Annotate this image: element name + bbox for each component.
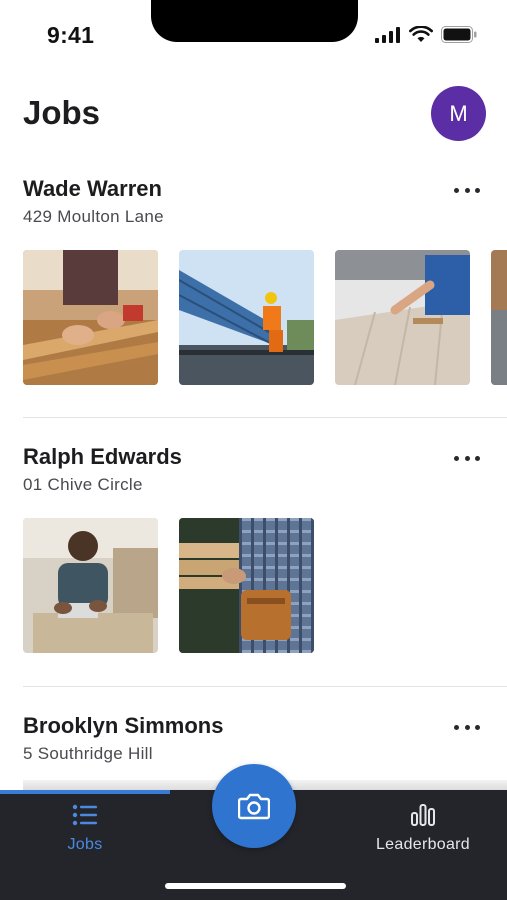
job-photo[interactable] [335,250,470,385]
tab-leaderboard-label: Leaderboard [375,836,471,853]
camera-button[interactable] [212,764,296,848]
status-time: 9:41 [47,22,95,48]
more-options-button[interactable] [451,182,483,198]
more-dot [464,455,470,461]
more-dot [454,724,459,730]
home-indicator[interactable] [165,883,346,889]
more-dot [475,455,480,461]
page-title: Jobs [23,94,101,131]
job-name: Wade Warren [23,176,162,201]
list-icon [72,804,97,826]
more-dot [475,724,480,730]
more-dot [454,455,459,461]
more-dot [464,724,470,730]
cellular-signal-icon [375,26,400,43]
job-photo[interactable] [491,250,507,385]
job-photo[interactable] [179,518,314,653]
more-options-button[interactable] [451,719,483,735]
tab-jobs-label: Jobs [67,836,103,853]
status-icons [375,26,477,43]
job-photo[interactable] [23,518,158,653]
more-options-button[interactable] [451,450,483,466]
device-notch [151,0,358,42]
wifi-icon [409,26,433,42]
more-dot [454,187,459,193]
camera-icon [238,793,270,820]
job-photo[interactable] [179,250,314,385]
battery-icon [441,26,477,43]
job-name: Brooklyn Simmons [23,713,224,738]
avatar-initial: M [449,100,468,126]
section-divider [23,686,507,687]
bar-chart-icon [411,804,435,826]
section-divider [23,417,507,418]
job-address: 429 Moulton Lane [23,207,164,226]
photo-strip[interactable] [23,518,507,654]
more-dot [464,187,470,193]
job-photo[interactable] [23,250,158,385]
avatar[interactable]: M [431,86,486,141]
more-dot [475,187,480,193]
job-name: Ralph Edwards [23,444,182,469]
job-address: 01 Chive Circle [23,475,143,494]
job-address: 5 Southridge Hill [23,744,153,763]
tab-jobs[interactable]: Jobs [0,804,170,854]
tab-leaderboard[interactable]: Leaderboard [338,804,507,854]
photo-strip[interactable] [23,250,507,386]
active-tab-indicator [0,790,170,794]
status-bar: 9:41 [0,0,507,70]
